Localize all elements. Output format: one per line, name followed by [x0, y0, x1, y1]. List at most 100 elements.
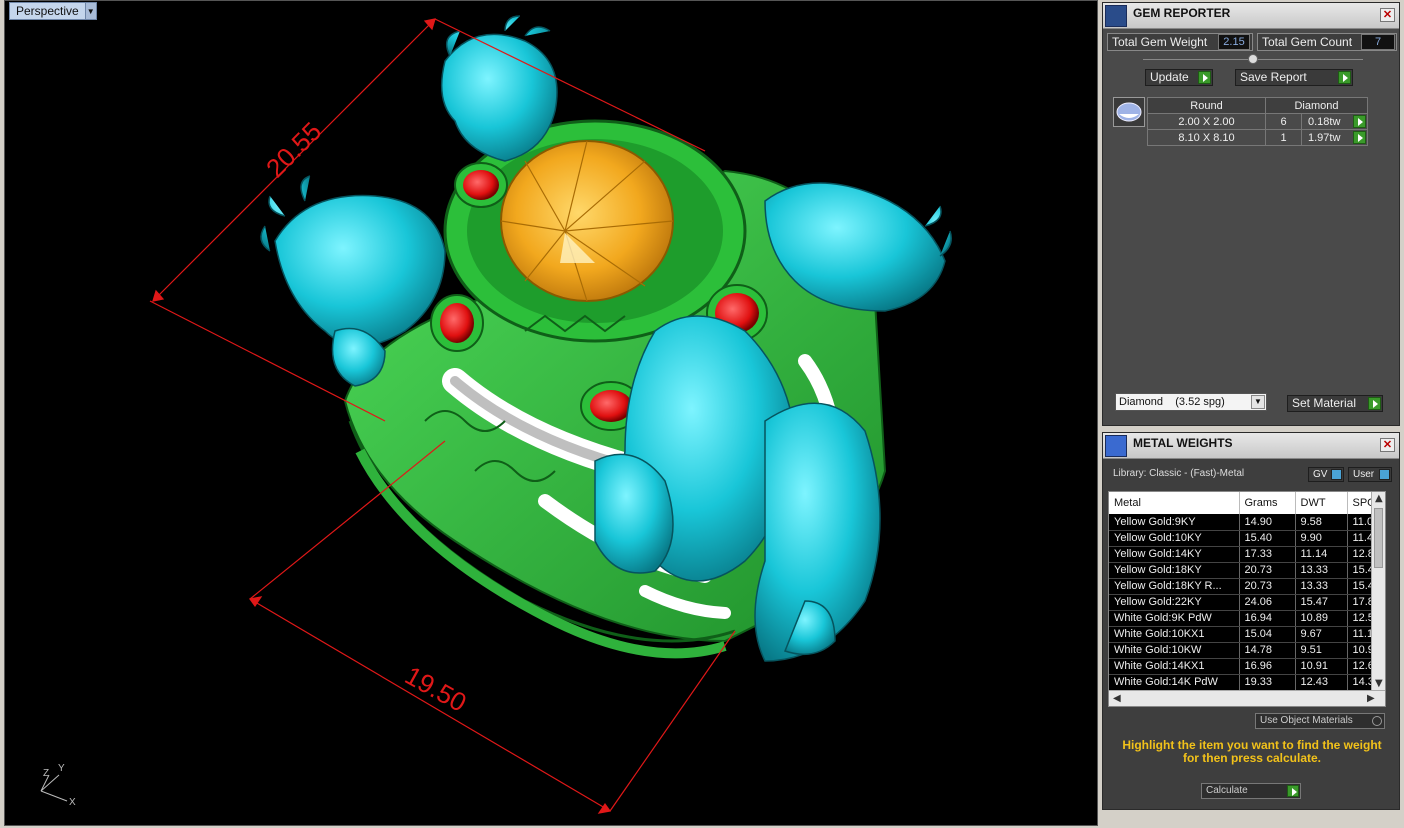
horizontal-scrollbar[interactable]: ◀ ▶ — [1109, 690, 1385, 706]
metal-dwt: 13.33 — [1295, 562, 1348, 579]
table-row[interactable]: Yellow Gold:14KY 17.33 11.14 12.88 — [1109, 546, 1385, 563]
metal-weights-titlebar: METAL WEIGHTS ✕ — [1103, 433, 1399, 459]
table-row[interactable]: White Gold:9K PdW 16.94 10.89 12.59 — [1109, 610, 1385, 627]
gem-weight-text: 0.18tw — [1308, 115, 1341, 128]
axis-z-label: Z — [43, 768, 49, 779]
metal-weights-icon — [1105, 435, 1127, 457]
gem-header-shape: Round — [1147, 97, 1266, 114]
metal-name: White Gold:10KX1 — [1109, 626, 1240, 643]
table-row[interactable]: White Gold:14K PdW 19.33 12.43 14.37 — [1109, 674, 1385, 691]
metal-grams: 16.94 — [1239, 610, 1296, 627]
chevron-down-icon[interactable]: ▼ — [1251, 395, 1265, 409]
gem-count: 1 — [1265, 129, 1302, 146]
play-icon[interactable] — [1353, 115, 1366, 128]
col-header-grams[interactable]: Grams — [1239, 492, 1296, 514]
gem-reporter-title: GEM REPORTER — [1133, 6, 1231, 20]
viewport-tab-perspective[interactable]: Perspective ▼ — [9, 2, 97, 20]
metal-name: Yellow Gold:14KY — [1109, 546, 1240, 563]
gem-table-row[interactable]: 2.00 X 2.00 6 0.18tw — [1147, 113, 1368, 130]
gem-table: Round Diamond 2.00 X 2.00 6 0.18tw 8.10 … — [1147, 97, 1368, 146]
table-row[interactable]: Yellow Gold:18KY 20.73 13.33 15.41 — [1109, 562, 1385, 579]
round-gem-icon — [1116, 102, 1142, 122]
toggle-indicator-icon — [1379, 469, 1390, 480]
metal-name: White Gold:9K PdW — [1109, 610, 1240, 627]
save-report-button[interactable]: Save Report — [1235, 69, 1353, 86]
total-gem-weight-value: 2.15 — [1218, 34, 1250, 50]
material-select-value: Diamond (3.52 spg) — [1119, 396, 1225, 408]
scroll-right-icon[interactable]: ▶ — [1367, 693, 1375, 704]
dimension-label-top: 20.55 — [260, 116, 327, 183]
slider-handle[interactable] — [1248, 54, 1258, 64]
metal-grams: 16.96 — [1239, 658, 1296, 675]
metal-dwt: 11.14 — [1295, 546, 1348, 563]
set-material-button-label: Set Material — [1292, 396, 1357, 410]
col-header-dwt[interactable]: DWT — [1295, 492, 1348, 514]
metal-dwt: 9.67 — [1295, 626, 1348, 643]
use-object-materials-label: Use Object Materials — [1260, 715, 1353, 726]
use-object-materials-toggle[interactable]: Use Object Materials — [1255, 713, 1385, 729]
table-row[interactable]: Yellow Gold:9KY 14.90 9.58 11.08 — [1109, 514, 1385, 531]
gem-reporter-titlebar: GEM REPORTER ✕ — [1103, 3, 1399, 29]
metal-dwt: 15.47 — [1295, 594, 1348, 611]
metal-dwt: 9.58 — [1295, 514, 1348, 531]
metal-grams: 20.73 — [1239, 578, 1296, 595]
metal-name: Yellow Gold:9KY — [1109, 514, 1240, 531]
metal-name: White Gold:10KW — [1109, 642, 1240, 659]
user-toggle-label: User — [1353, 469, 1375, 480]
gem-weight: 1.97tw — [1301, 129, 1368, 146]
calculate-button[interactable]: Calculate — [1201, 783, 1301, 799]
gem-reporter-panel: GEM REPORTER ✕ Total Gem Weight 2.15 Tot… — [1102, 2, 1400, 426]
table-row[interactable]: Yellow Gold:22KY 24.06 15.47 17.89 — [1109, 594, 1385, 611]
update-button[interactable]: Update — [1145, 69, 1213, 86]
table-row[interactable]: White Gold:10KW 14.78 9.51 10.99 — [1109, 642, 1385, 659]
gem-shape-thumbnail[interactable] — [1113, 97, 1145, 127]
gv-toggle[interactable]: GV — [1308, 467, 1344, 482]
scroll-thumb[interactable] — [1374, 508, 1383, 568]
scroll-down-icon[interactable]: ▼ — [1375, 678, 1383, 689]
metal-weights-panel: METAL WEIGHTS ✕ Library: Classic - (Fast… — [1102, 432, 1400, 810]
table-row[interactable]: White Gold:14KX1 16.96 10.91 12.61 — [1109, 658, 1385, 675]
scroll-left-icon[interactable]: ◀ — [1113, 693, 1121, 704]
metal-grams: 17.33 — [1239, 546, 1296, 563]
chevron-down-icon[interactable]: ▼ — [84, 3, 96, 19]
table-row[interactable]: White Gold:10KX1 15.04 9.67 11.18 — [1109, 626, 1385, 643]
play-icon[interactable] — [1353, 131, 1366, 144]
gem-header-type: Diamond — [1265, 97, 1368, 114]
axis-x-label: X — [69, 797, 76, 808]
metal-grams: 19.33 — [1239, 674, 1296, 691]
play-icon — [1287, 785, 1299, 797]
total-gem-count-value: 7 — [1361, 34, 1395, 50]
metal-dwt: 13.33 — [1295, 578, 1348, 595]
metal-name: White Gold:14KX1 — [1109, 658, 1240, 675]
gem-table-row[interactable]: 8.10 X 8.10 1 1.97tw — [1147, 129, 1368, 146]
gem-table-header: Round Diamond — [1147, 97, 1368, 114]
material-select[interactable]: Diamond (3.52 spg) ▼ — [1115, 393, 1267, 411]
total-gem-weight-text: Total Gem Weight — [1112, 35, 1208, 49]
metal-weights-title: METAL WEIGHTS — [1133, 436, 1233, 450]
col-header-metal[interactable]: Metal — [1109, 492, 1240, 514]
metal-grams: 15.04 — [1239, 626, 1296, 643]
3d-viewport[interactable]: 20.55 19.50 Z Y X Perspective ▼ — [4, 0, 1098, 826]
set-material-button[interactable]: Set Material — [1287, 395, 1383, 412]
metal-name: White Gold:14K PdW — [1109, 674, 1240, 691]
close-icon[interactable]: ✕ — [1380, 8, 1395, 22]
metal-dwt: 9.90 — [1295, 530, 1348, 547]
metal-grams: 14.78 — [1239, 642, 1296, 659]
metal-name: Yellow Gold:10KY — [1109, 530, 1240, 547]
instruction-text: Highlight the item you want to find the … — [1117, 739, 1387, 765]
metal-grams: 14.90 — [1239, 514, 1296, 531]
gem-size: 2.00 X 2.00 — [1147, 113, 1266, 130]
user-toggle[interactable]: User — [1348, 467, 1392, 482]
calculate-button-label: Calculate — [1206, 785, 1248, 796]
axis-y-label: Y — [58, 763, 65, 774]
close-icon[interactable]: ✕ — [1380, 438, 1395, 452]
dimension-label-bottom: 19.50 — [400, 660, 471, 718]
vertical-scrollbar[interactable]: ▲ ▼ — [1371, 492, 1385, 692]
table-row[interactable]: Yellow Gold:10KY 15.40 9.90 11.45 — [1109, 530, 1385, 547]
viewport-tab-label: Perspective — [16, 4, 79, 18]
metal-grams: 24.06 — [1239, 594, 1296, 611]
scroll-up-icon[interactable]: ▲ — [1375, 493, 1383, 504]
table-row[interactable]: Yellow Gold:18KY R... 20.73 13.33 15.41 — [1109, 578, 1385, 595]
metal-weights-table[interactable]: Metal Grams DWT SPG Yellow Gold:9KY 14.90… — [1108, 491, 1386, 707]
play-icon — [1198, 71, 1211, 84]
